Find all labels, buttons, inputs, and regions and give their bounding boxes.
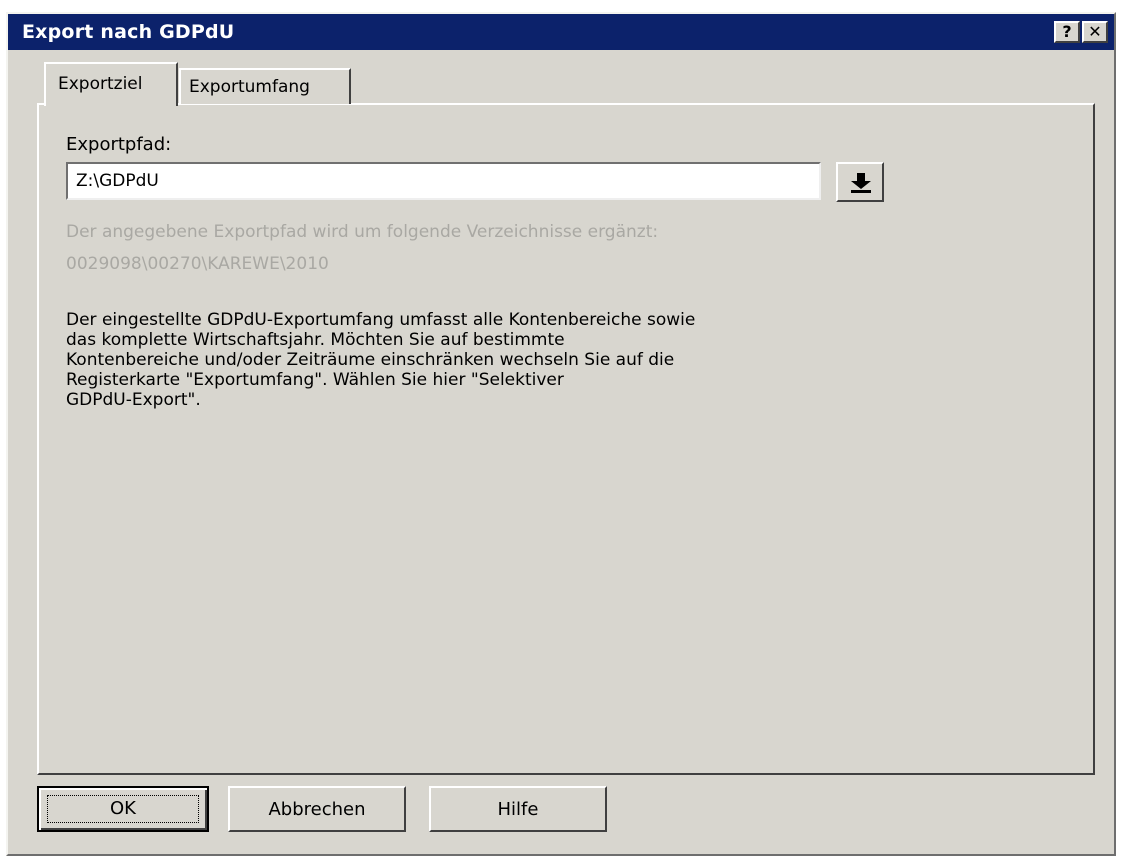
- tab-exportumfang[interactable]: Exportumfang: [179, 68, 351, 104]
- help-button[interactable]: Hilfe: [429, 786, 607, 832]
- ok-button-label: OK: [47, 795, 199, 823]
- close-button[interactable]: ✕: [1082, 21, 1108, 43]
- ok-button[interactable]: OK: [37, 786, 209, 832]
- path-hint-directories: 0029098\00270\KAREWE\2010: [66, 254, 329, 274]
- tab-panel: [37, 103, 1095, 775]
- browse-button[interactable]: [836, 162, 884, 202]
- tab-exportziel[interactable]: Exportziel: [44, 62, 178, 106]
- window-title: Export nach GDPdU: [22, 21, 235, 43]
- close-icon: ✕: [1088, 22, 1102, 41]
- export-scope-info: Der eingestellte GDPdU-Exportumfang umfa…: [66, 310, 696, 410]
- download-arrow-icon: [851, 173, 871, 193]
- export-path-label: Exportpfad:: [66, 134, 172, 155]
- cancel-button[interactable]: Abbrechen: [228, 786, 406, 832]
- title-bar[interactable]: Export nach GDPdU ? ✕: [8, 14, 1114, 50]
- export-path-input[interactable]: [66, 162, 821, 200]
- help-title-button[interactable]: ?: [1054, 21, 1080, 43]
- path-hint-text: Der angegebene Exportpfad wird um folgen…: [66, 222, 659, 242]
